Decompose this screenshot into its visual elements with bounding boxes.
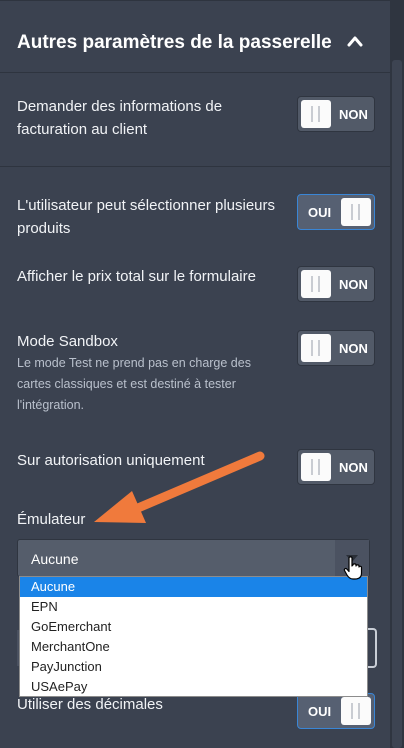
annotation-arrow xyxy=(94,451,265,523)
hand-cursor-icon xyxy=(343,556,363,580)
